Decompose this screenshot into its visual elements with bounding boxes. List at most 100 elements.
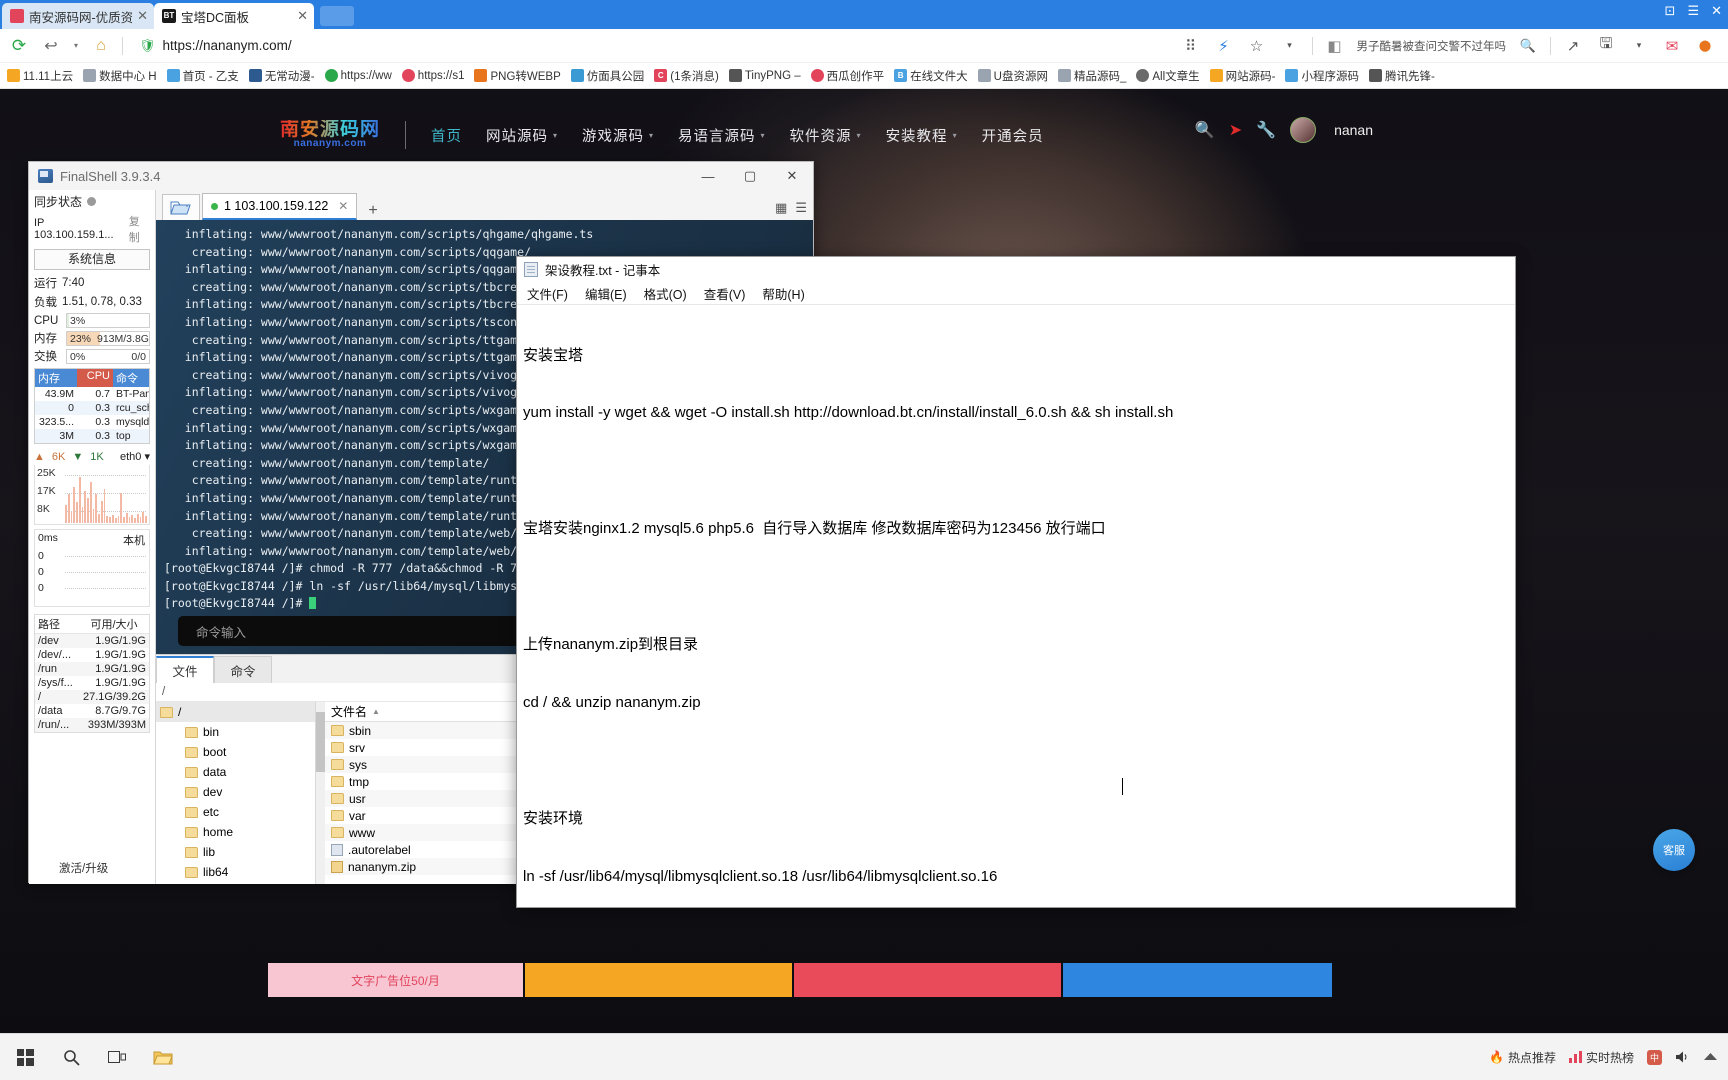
table-row[interactable]: 3M 0.3 top (35, 429, 149, 443)
ad-slot-2[interactable] (525, 963, 793, 997)
bookmark-item[interactable]: PNG转WEBP (469, 68, 565, 84)
customer-service-button[interactable]: 客服 (1653, 829, 1695, 871)
bookmark-item[interactable]: 小程序源码 (1280, 68, 1364, 84)
nav-item-home[interactable]: 首页 (431, 125, 462, 146)
bookmark-item[interactable]: C (1条消息) (649, 68, 724, 84)
bookmark-item[interactable]: 网站源码- (1205, 68, 1281, 84)
home-icon[interactable]: ⌂ (90, 35, 112, 57)
telegram-icon[interactable]: ➤ (1229, 120, 1242, 140)
table-row[interactable]: / 27.1G/39.2G (35, 690, 149, 704)
search-icon[interactable]: 🔍 (1517, 35, 1539, 57)
start-button[interactable] (4, 1035, 46, 1080)
tree-item[interactable]: etc (156, 802, 315, 822)
table-row[interactable]: /run/... 393M/393M (35, 718, 149, 732)
bookmark-item[interactable]: 首页 - 乙支 (162, 68, 244, 84)
new-tab-button[interactable] (320, 6, 354, 26)
bookmark-item[interactable]: B 在线文件大 (889, 68, 973, 84)
table-row[interactable]: /dev/... 1.9G/1.9G (35, 648, 149, 662)
file-explorer-button[interactable] (142, 1035, 184, 1080)
notepad-text-area[interactable]: 安装宝塔 yum install -y wget && wget -O inst… (517, 305, 1515, 905)
tree-item[interactable]: dev (156, 782, 315, 802)
close-window-icon[interactable]: ✕ (1711, 3, 1722, 19)
tab-commands[interactable]: 命令 (214, 656, 272, 683)
profile-icon[interactable]: ⬤ (1694, 35, 1716, 57)
nav-item-software[interactable]: 软件资源 ▾ (790, 125, 862, 146)
table-row[interactable]: /sys/f... 1.9G/1.9G (35, 676, 149, 690)
nav-item-tutorials[interactable]: 安装教程 ▾ (886, 125, 958, 146)
grid-view-icon[interactable]: ▦ (775, 200, 787, 216)
ad-slot-4[interactable] (1063, 963, 1332, 997)
task-view-button[interactable] (96, 1035, 138, 1080)
close-icon[interactable]: ✕ (297, 8, 308, 24)
tree-item-root[interactable]: / (156, 702, 315, 722)
close-icon[interactable]: ✕ (338, 199, 348, 213)
tree-scrollbar[interactable] (316, 702, 325, 884)
search-button[interactable] (50, 1035, 92, 1080)
nav-item-website-source[interactable]: 网站源码 ▾ (486, 125, 558, 146)
chevron-down-icon[interactable]: ▾ (1628, 35, 1650, 57)
back-icon[interactable]: ↩ (40, 35, 62, 57)
bookmark-item[interactable]: https://ww (320, 69, 397, 82)
browser-tab-1[interactable]: 南安源码网-优质资源分 ✕ (2, 3, 154, 29)
mail-icon[interactable]: ✉ (1661, 35, 1683, 57)
table-row[interactable]: /dev 1.9G/1.9G (35, 634, 149, 648)
ad-slot-3[interactable] (794, 963, 1061, 997)
table-row[interactable]: 0 0.3 rcu_sche (35, 401, 149, 415)
menu-file[interactable]: 文件(F) (527, 284, 568, 303)
table-row[interactable]: 323.5... 0.3 mysqld (35, 415, 149, 429)
star-icon[interactable]: ☆ (1246, 35, 1268, 57)
menu-edit[interactable]: 编辑(E) (585, 284, 627, 303)
system-info-button[interactable]: 系统信息 (34, 249, 150, 270)
minimize-button[interactable]: — (687, 162, 729, 190)
maximize-button[interactable]: ▢ (729, 162, 771, 190)
share-icon[interactable]: ↗ (1562, 35, 1584, 57)
tree-item[interactable]: home (156, 822, 315, 842)
menu-help[interactable]: 帮助(H) (762, 284, 804, 303)
new-session-button[interactable]: + (359, 202, 386, 220)
menu-format[interactable]: 格式(O) (644, 284, 687, 303)
wrench-icon[interactable]: 🔧 (1256, 120, 1276, 140)
session-tab[interactable]: 1 103.100.159.122 ✕ (202, 193, 358, 220)
open-folder-icon[interactable] (162, 194, 200, 220)
tree-item[interactable]: data (156, 762, 315, 782)
chevron-down-icon[interactable]: ▾ (72, 35, 80, 57)
copy-button[interactable]: 复制 (129, 213, 150, 245)
table-row[interactable]: /run 1.9G/1.9G (35, 662, 149, 676)
tree-item[interactable]: bin (156, 722, 315, 742)
news-headline[interactable]: 男子酷暑被查问交警不过年吗 (1357, 38, 1507, 54)
tray-hot-recommend[interactable]: 🔥 热点推荐 (1489, 1049, 1556, 1066)
close-icon[interactable]: ✕ (137, 8, 148, 24)
list-view-icon[interactable]: ☰ (795, 200, 807, 216)
tree-item[interactable]: lib64 (156, 862, 315, 882)
ad-slot-text[interactable]: 文字广告位50/月 (268, 963, 524, 997)
bookmark-item[interactable]: All文章生 (1131, 68, 1204, 84)
search-icon[interactable]: 🔍 (1195, 120, 1215, 140)
table-row[interactable]: 43.9M 0.7 BT-Pane (35, 387, 149, 401)
bookmark-item[interactable]: 数据中心 H (78, 68, 162, 84)
lightning-icon[interactable]: ⚡ (1213, 35, 1235, 57)
activate-upgrade-link[interactable]: 激活/升级 (59, 860, 108, 876)
avatar[interactable] (1290, 117, 1317, 143)
bookmark-item[interactable]: TinyPNG – (724, 69, 806, 82)
tray-network-icon[interactable] (1703, 1050, 1718, 1064)
nav-item-eyuyan-source[interactable]: 易语言源码 ▾ (678, 125, 766, 146)
grid-icon[interactable]: ⠿ (1180, 35, 1202, 57)
tray-ime-icon[interactable]: 中 (1647, 1049, 1662, 1065)
tab-files[interactable]: 文件 (156, 656, 214, 683)
bookmark-item[interactable]: 无常动漫- (244, 68, 320, 84)
browser-tab-2[interactable]: BT 宝塔DC面板 ✕ (154, 3, 314, 29)
chevron-down-icon[interactable]: ▾ (1279, 35, 1301, 57)
bookmark-item[interactable]: 精品源码_ (1053, 68, 1131, 84)
tray-realtime-hotlist[interactable]: 实时热榜 (1568, 1049, 1634, 1066)
tree-item[interactable]: lib (156, 842, 315, 862)
bookmark-item[interactable]: 腾讯先锋- (1364, 68, 1440, 84)
restore-icon[interactable]: ⊡ (1665, 3, 1676, 19)
interface-select[interactable]: eth0 ▾ (120, 450, 150, 463)
address-bar[interactable]: 🛡 https://nananym.com/ (133, 34, 1170, 58)
tray-volume-icon[interactable] (1675, 1050, 1690, 1064)
nav-item-game-source[interactable]: 游戏源码 ▾ (582, 125, 654, 146)
bookmark-item[interactable]: U盘资源网 (973, 68, 1053, 84)
bookmark-item[interactable]: 11.11上云 (2, 68, 78, 84)
bookmark-item[interactable]: 仿面具公园 (566, 68, 650, 84)
bookmark-item[interactable]: https://s1 (397, 69, 470, 82)
